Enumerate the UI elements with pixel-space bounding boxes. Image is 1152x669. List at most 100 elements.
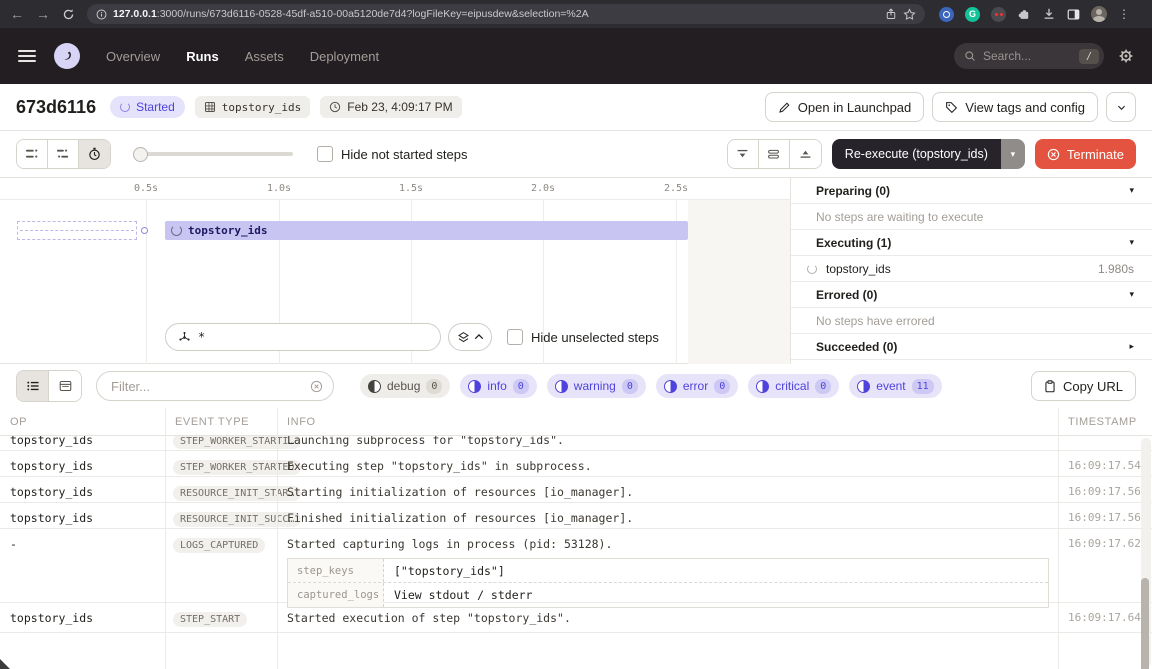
section-succeeded[interactable]: Succeeded (0) ▸ — [791, 334, 1152, 360]
share-icon[interactable] — [885, 8, 897, 20]
run-header-more-button[interactable] — [1106, 92, 1136, 122]
url-path: :3000/runs/673d6116-0528-45df-a510-00a51… — [157, 8, 589, 20]
toggle-switch-icon — [468, 380, 481, 393]
clear-filter-icon[interactable] — [310, 380, 323, 393]
tag-icon — [945, 101, 958, 114]
hide-not-started-checkbox[interactable] — [317, 146, 333, 162]
dagster-logo[interactable] — [54, 43, 80, 69]
toggle-critical[interactable]: critical 0 — [748, 374, 839, 398]
rows-icon[interactable] — [759, 140, 790, 168]
axis-tick: 1.5s — [399, 183, 423, 194]
step-spinner-icon — [171, 225, 182, 236]
status-label: Started — [136, 100, 175, 114]
pencil-icon — [778, 101, 791, 114]
toggle-event[interactable]: event 11 — [849, 374, 941, 398]
grammarly-icon[interactable]: G — [965, 7, 980, 22]
section-executing[interactable]: Executing (1) ▾ — [791, 230, 1152, 256]
log-structured-view-icon[interactable] — [49, 371, 81, 401]
gantt-step-bar[interactable]: topstory_ids — [165, 221, 688, 240]
url-bar[interactable]: 127.0.0.1:3000/runs/673d6116-0528-45df-a… — [87, 4, 925, 24]
nav-item-runs[interactable]: Runs — [186, 49, 219, 64]
toggle-count: 11 — [912, 379, 934, 394]
section-errored-title: Errored (0) — [816, 288, 877, 302]
toggle-count: 0 — [622, 379, 638, 394]
reexecute-button[interactable]: Re-execute (topstory_ids) — [832, 139, 1001, 169]
collapse-up-icon[interactable] — [790, 140, 821, 168]
reexecute-caret-icon[interactable]: ▾ — [1001, 139, 1025, 169]
job-tag[interactable]: topstory_ids — [195, 96, 310, 118]
gantt-time-axis: 0.5s 1.0s 1.5s 2.0s 2.5s — [0, 178, 790, 200]
executing-spinner-icon — [807, 264, 817, 274]
log-row[interactable]: topstory_ids STEP_WORKER_STARTED Executi… — [0, 451, 1152, 477]
view-mode-flat-icon[interactable] — [17, 140, 48, 168]
view-mode-timed-icon[interactable] — [79, 140, 110, 168]
toggle-switch-icon — [664, 380, 677, 393]
run-header-actions: Open in Launchpad View tags and config — [765, 92, 1136, 122]
nav-item-overview[interactable]: Overview — [106, 49, 160, 64]
caret-down-icon: ▾ — [1129, 185, 1134, 196]
log-list-view-icon[interactable] — [17, 371, 49, 401]
back-icon[interactable]: ← — [10, 7, 24, 21]
gantt-step-label: topstory_ids — [188, 224, 267, 237]
view-tags-config-button[interactable]: View tags and config — [932, 92, 1098, 122]
nav-item-deployment[interactable]: Deployment — [310, 49, 379, 64]
download-icon[interactable] — [1042, 7, 1056, 21]
forward-icon[interactable]: → — [36, 7, 50, 21]
slider-knob[interactable] — [133, 147, 148, 162]
log-row[interactable]: topstory_ids RESOURCE_INIT_STAR… Startin… — [0, 477, 1152, 503]
toggle-error[interactable]: error 0 — [656, 374, 738, 398]
terminate-button[interactable]: Terminate — [1035, 139, 1136, 169]
caret-right-icon: ▸ — [1129, 341, 1134, 352]
log-scrollbar-thumb[interactable] — [1141, 578, 1149, 669]
toggle-label: info — [487, 379, 506, 393]
sidepanel-icon[interactable] — [1067, 8, 1080, 21]
view-mode-waterfall-icon[interactable] — [48, 140, 79, 168]
log-row-logs-captured[interactable]: - LOGS_CAPTURED Started capturing logs i… — [0, 529, 1152, 603]
toggle-label: critical — [775, 379, 809, 393]
col-header-event-type: EVENT TYPE — [165, 416, 277, 428]
log-row[interactable]: topstory_ids STEP_START Started executio… — [0, 603, 1152, 633]
global-search[interactable]: / — [954, 43, 1104, 69]
job-grid-icon — [204, 101, 216, 113]
log-scrollbar-track[interactable] — [1141, 438, 1151, 667]
gantt-future-region — [688, 200, 790, 364]
open-launchpad-button[interactable]: Open in Launchpad — [765, 92, 924, 122]
metadata-key: step_keys — [288, 559, 384, 582]
profile-avatar[interactable] — [1091, 6, 1107, 22]
log-filter-input-wrap[interactable] — [96, 371, 334, 401]
log-filter-input[interactable] — [111, 379, 302, 394]
log-row[interactable]: topstory_ids RESOURCE_INIT_SUCC… Finishe… — [0, 503, 1152, 529]
section-preparing-title: Preparing (0) — [816, 184, 890, 198]
copy-url-button[interactable]: Copy URL — [1031, 371, 1136, 401]
browser-menu-icon[interactable]: ⋮ — [1118, 8, 1130, 20]
extension-eyes-icon[interactable] — [991, 7, 1006, 22]
section-preparing[interactable]: Preparing (0) ▾ — [791, 178, 1152, 204]
column-divider — [1058, 408, 1059, 669]
nav-item-assets[interactable]: Assets — [245, 49, 284, 64]
step-selector-input[interactable] — [198, 330, 428, 344]
collapse-down-icon[interactable] — [728, 140, 759, 168]
hide-unselected-checkbox[interactable] — [507, 329, 523, 345]
log-table: OP EVENT TYPE INFO TIMESTAMP topstory_id… — [0, 408, 1152, 669]
password-manager-icon[interactable] — [939, 7, 954, 22]
toggle-info[interactable]: info 0 — [460, 374, 536, 398]
puzzle-extensions-icon[interactable] — [1017, 7, 1031, 21]
settings-gear-icon[interactable] — [1118, 48, 1134, 64]
bookmark-star-icon[interactable] — [903, 8, 916, 21]
gantt-zoom-slider[interactable] — [133, 140, 293, 168]
toggle-debug[interactable]: debug 0 — [360, 374, 450, 398]
graph-query-toggle-button[interactable] — [448, 323, 492, 351]
browser-toolbar: ← → 127.0.0.1:3000/runs/673d6116-0528-45… — [0, 0, 1152, 28]
step-selector-input-wrap[interactable] — [165, 323, 441, 351]
view-tags-config-label: View tags and config — [965, 100, 1085, 115]
hamburger-menu-icon[interactable] — [18, 50, 36, 62]
executing-step-row[interactable]: topstory_ids 1.980s — [791, 256, 1152, 282]
col-header-op: OP — [0, 416, 165, 428]
section-errored[interactable]: Errored (0) ▾ — [791, 282, 1152, 308]
log-row-partial[interactable]: topstory_ids STEP_WORKER_STARTI… Launchi… — [0, 436, 1152, 451]
search-input[interactable] — [983, 49, 1072, 63]
errored-empty-row: No steps have errored — [791, 308, 1152, 334]
toggle-warning[interactable]: warning 0 — [547, 374, 646, 398]
reload-icon[interactable] — [62, 8, 75, 21]
metadata-value-link[interactable]: View stdout / stderr — [384, 588, 542, 602]
